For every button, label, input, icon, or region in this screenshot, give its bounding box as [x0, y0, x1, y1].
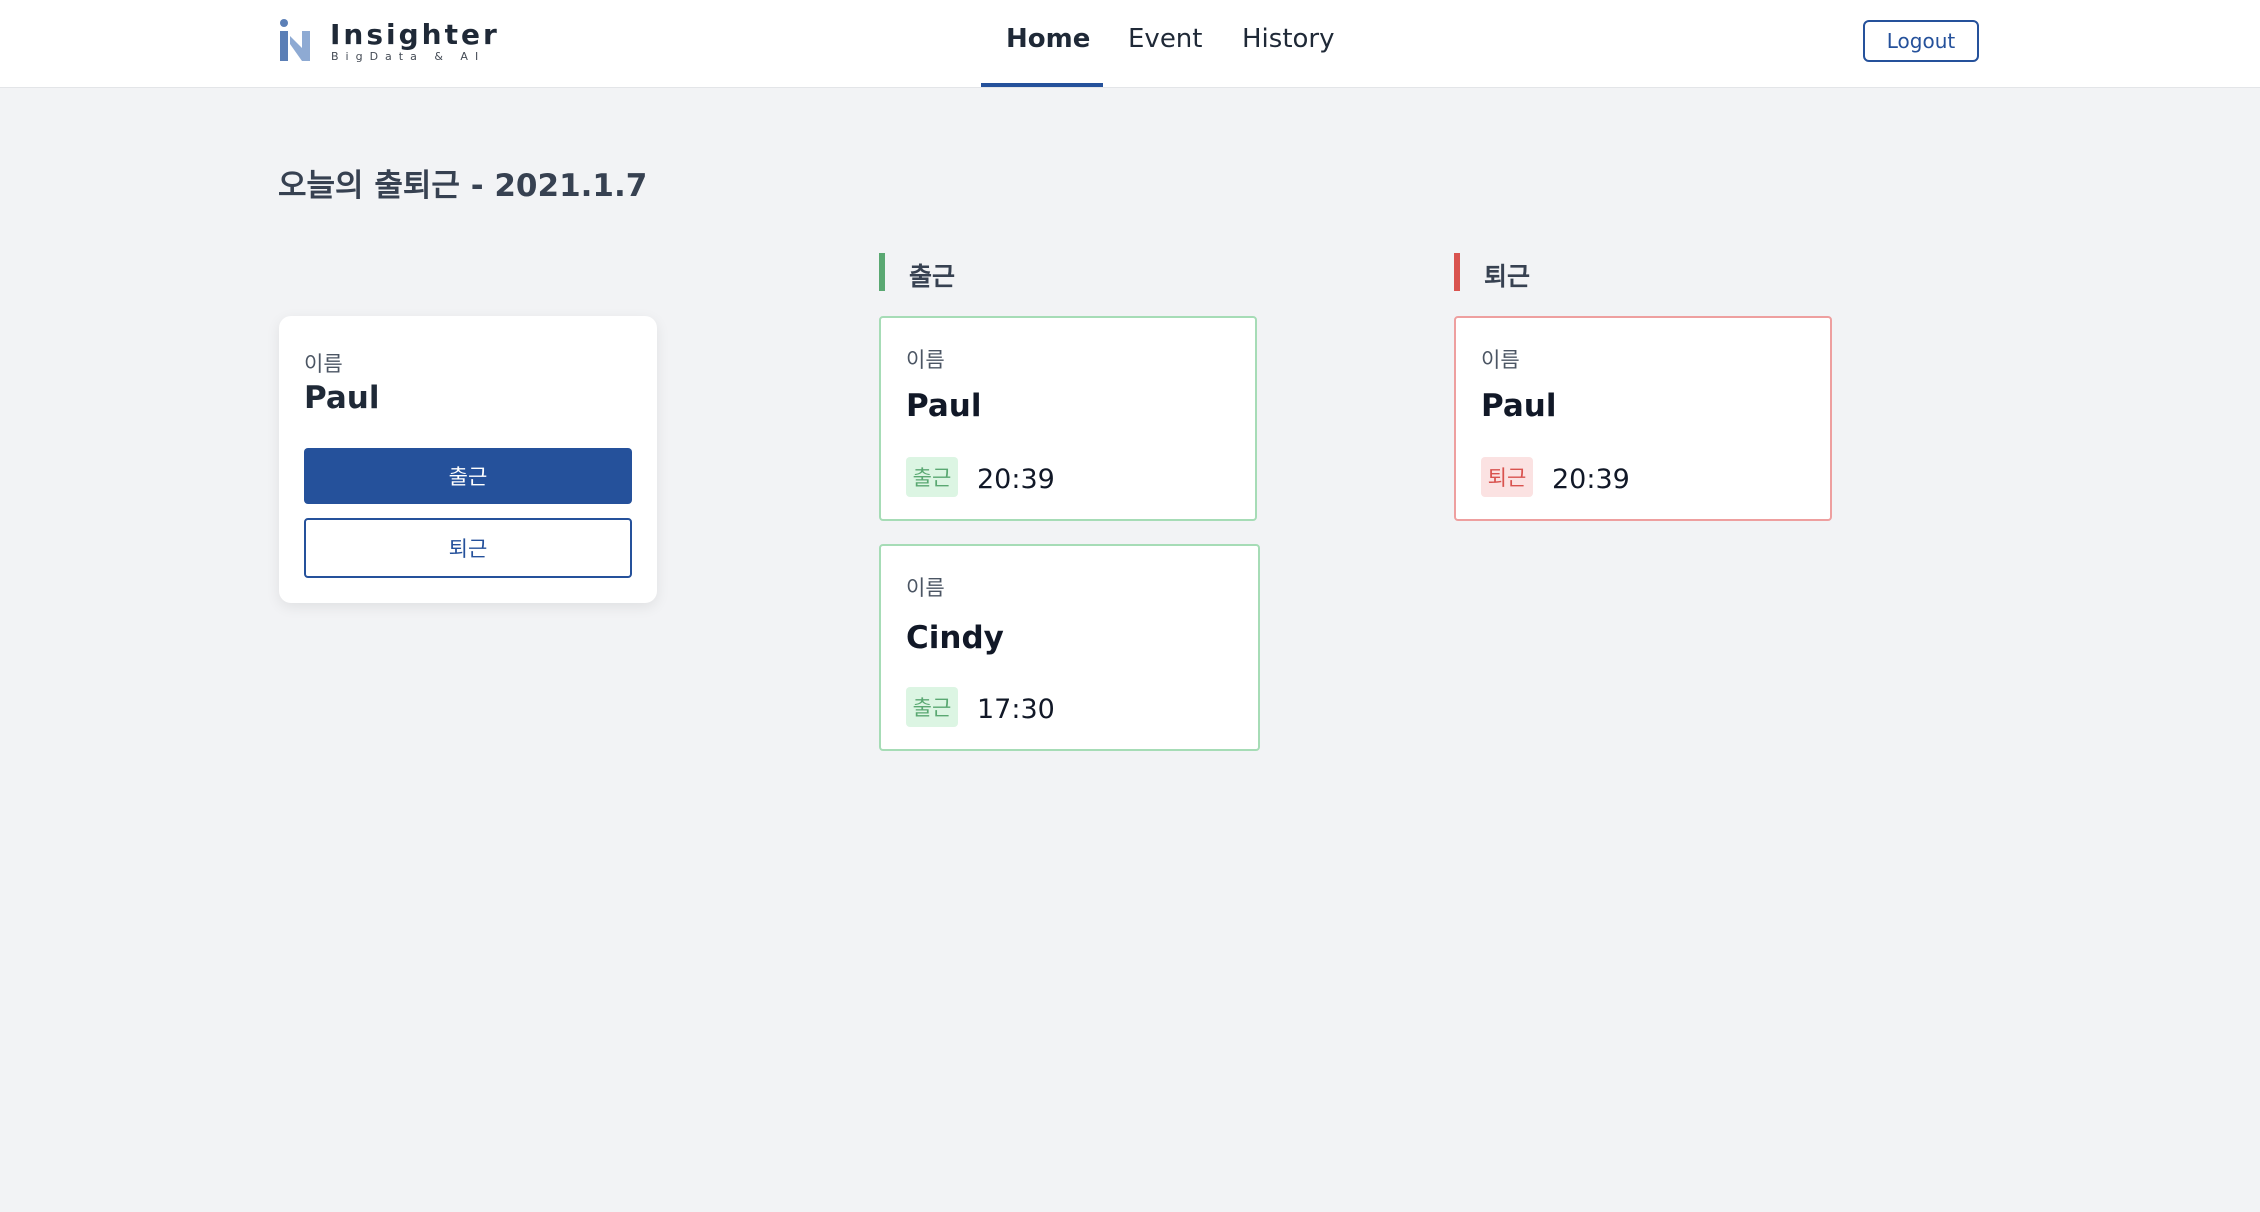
logout-button[interactable]: Logout — [1863, 20, 1979, 62]
checkin-tag: 출근 — [906, 457, 958, 497]
name-label: 이름 — [906, 576, 945, 600]
app-tagline: BigData & AI — [331, 50, 486, 63]
record-name: Paul — [906, 388, 982, 424]
name-label: 이름 — [1481, 348, 1520, 372]
app-name: Insighter — [330, 18, 500, 51]
checkout-record-card: 이름 Paul 퇴근 20:39 — [1454, 316, 1832, 521]
record-name: Cindy — [906, 620, 1004, 656]
checkout-column-title: 퇴근 — [1484, 262, 1531, 291]
page-title: 오늘의 출퇴근 - 2021.1.7 — [278, 168, 648, 204]
checkin-column-title: 출근 — [909, 262, 956, 291]
record-name: Paul — [1481, 388, 1557, 424]
checkin-tag: 출근 — [906, 687, 958, 727]
checkin-accent-bar — [879, 253, 885, 291]
record-time: 17:30 — [977, 694, 1055, 725]
checkin-record-card: 이름 Cindy 출근 17:30 — [879, 544, 1260, 751]
checkin-panel: 이름 Paul 출근 퇴근 — [279, 316, 657, 603]
top-navbar: Insighter BigData & AI Home Event Histor… — [0, 0, 2260, 88]
nav-history[interactable]: History — [1242, 24, 1335, 54]
nav-active-indicator — [981, 83, 1103, 87]
checkout-button[interactable]: 퇴근 — [304, 518, 632, 578]
checkout-accent-bar — [1454, 253, 1460, 291]
nav-event[interactable]: Event — [1128, 24, 1202, 54]
record-time: 20:39 — [1552, 464, 1630, 495]
name-label: 이름 — [304, 352, 343, 376]
record-time: 20:39 — [977, 464, 1055, 495]
name-label: 이름 — [906, 348, 945, 372]
checkin-button[interactable]: 출근 — [304, 448, 632, 504]
insighter-logo[interactable]: Insighter BigData & AI — [278, 18, 497, 64]
checkout-tag: 퇴근 — [1481, 457, 1533, 497]
nav-home[interactable]: Home — [1006, 24, 1090, 54]
logo-mark-icon — [280, 19, 310, 61]
checkin-record-card: 이름 Paul 출근 20:39 — [879, 316, 1257, 521]
user-name: Paul — [304, 380, 380, 416]
